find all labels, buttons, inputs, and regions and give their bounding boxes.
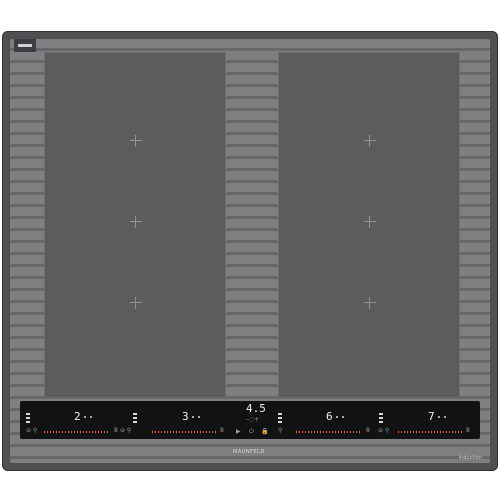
left-zone-marker-top (130, 135, 142, 147)
zone-4-slider-start-icon: ⊖ ⚲ (378, 427, 390, 434)
zone-3-indicator-dots (278, 413, 282, 423)
right-zone-marker-top (364, 135, 376, 147)
zone-4-level: 7 (428, 410, 435, 423)
zone-1-timer-icon[interactable] (84, 416, 86, 418)
right-zone-marker-bottom (364, 297, 376, 309)
zone-3-timer-icon[interactable] (336, 416, 338, 418)
lock-icon[interactable]: 🔒 (261, 429, 268, 435)
zone-1-power-slider[interactable] (44, 431, 110, 433)
zone-1-level: 2 (74, 410, 81, 423)
zone-2-slider-end-icon: 8 (220, 427, 224, 434)
zone-4-power-slider[interactable] (398, 431, 464, 433)
zone-1-slider-start-icon: ⊖ ⚲ (26, 427, 38, 434)
zone-3-boost-icon[interactable] (342, 416, 344, 418)
zone-2-power-slider[interactable] (152, 431, 218, 433)
zone-1-boost-icon[interactable] (90, 416, 92, 418)
zone-3-slider-end-icon: 8 (366, 427, 370, 434)
zone-1-indicator-dots (26, 413, 30, 423)
zone-4-slider-end-icon: 8 (466, 427, 470, 434)
zone-2-level: 3 (182, 410, 189, 423)
induction-label: Induction (458, 455, 482, 461)
zone-2-slider-start-icon: ⊖ ⚲ (120, 427, 132, 434)
model-badge (14, 39, 36, 52)
zone-3-slider-start-icon: ⚲ (278, 427, 283, 434)
zone-4-boost-icon[interactable] (444, 416, 446, 418)
center-display: 4.5 (246, 402, 266, 415)
brand-logo: MAUNFELD (233, 449, 265, 455)
zone-1-slider-end-icon: 8 (114, 427, 118, 434)
right-zone-marker-middle (364, 216, 376, 228)
center-minus-plus-control[interactable]: –◌+ (246, 417, 259, 423)
zone-3-level: 6 (326, 410, 333, 423)
zone-2-timer-icon[interactable] (192, 416, 194, 418)
zone-4-indicator-dots (379, 413, 383, 423)
left-zone-marker-middle (130, 216, 142, 228)
zone-2-boost-icon[interactable] (198, 416, 200, 418)
zone-4-timer-icon[interactable] (438, 416, 440, 418)
power-icon[interactable]: ⏻ (249, 429, 254, 435)
control-panel: 2 ⊖ ⚲ 8 3 ⊖ ⚲ 8 4.5 –◌+ ▶ ⏻ 🔒 6 ⚲ 8 7 ⊖ … (20, 401, 480, 439)
play-icon[interactable]: ▶ (236, 429, 241, 435)
zone-3-power-slider[interactable] (296, 431, 362, 433)
zone-2-indicator-dots (133, 413, 137, 423)
left-zone-marker-bottom (130, 297, 142, 309)
